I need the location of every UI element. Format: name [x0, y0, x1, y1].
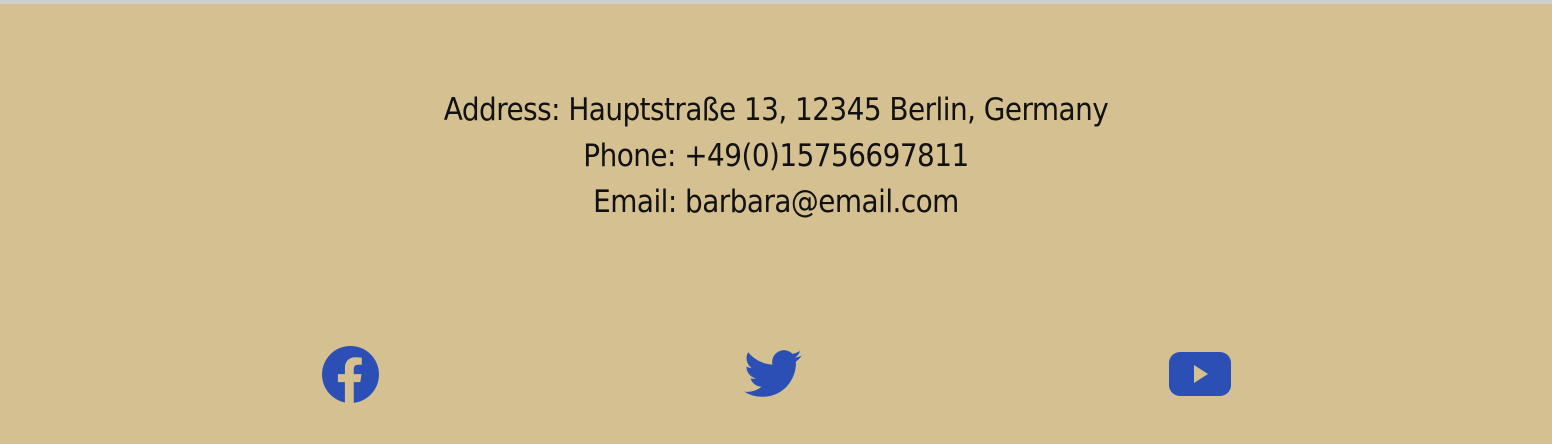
- phone-text: Phone: +49(0)15756697811: [583, 138, 969, 174]
- youtube-link[interactable]: [1168, 345, 1231, 403]
- facebook-icon: [321, 345, 379, 403]
- contact-info: Address: Hauptstraße 13, 12345 Berlin, G…: [78, 87, 1475, 225]
- facebook-link[interactable]: [321, 345, 379, 403]
- youtube-icon: [1168, 352, 1231, 396]
- address-text: Address: Hauptstraße 13, 12345 Berlin, G…: [443, 92, 1109, 128]
- email-text: Email: barbara@email.com: [593, 184, 959, 220]
- twitter-icon: [744, 350, 802, 397]
- twitter-link[interactable]: [744, 345, 802, 403]
